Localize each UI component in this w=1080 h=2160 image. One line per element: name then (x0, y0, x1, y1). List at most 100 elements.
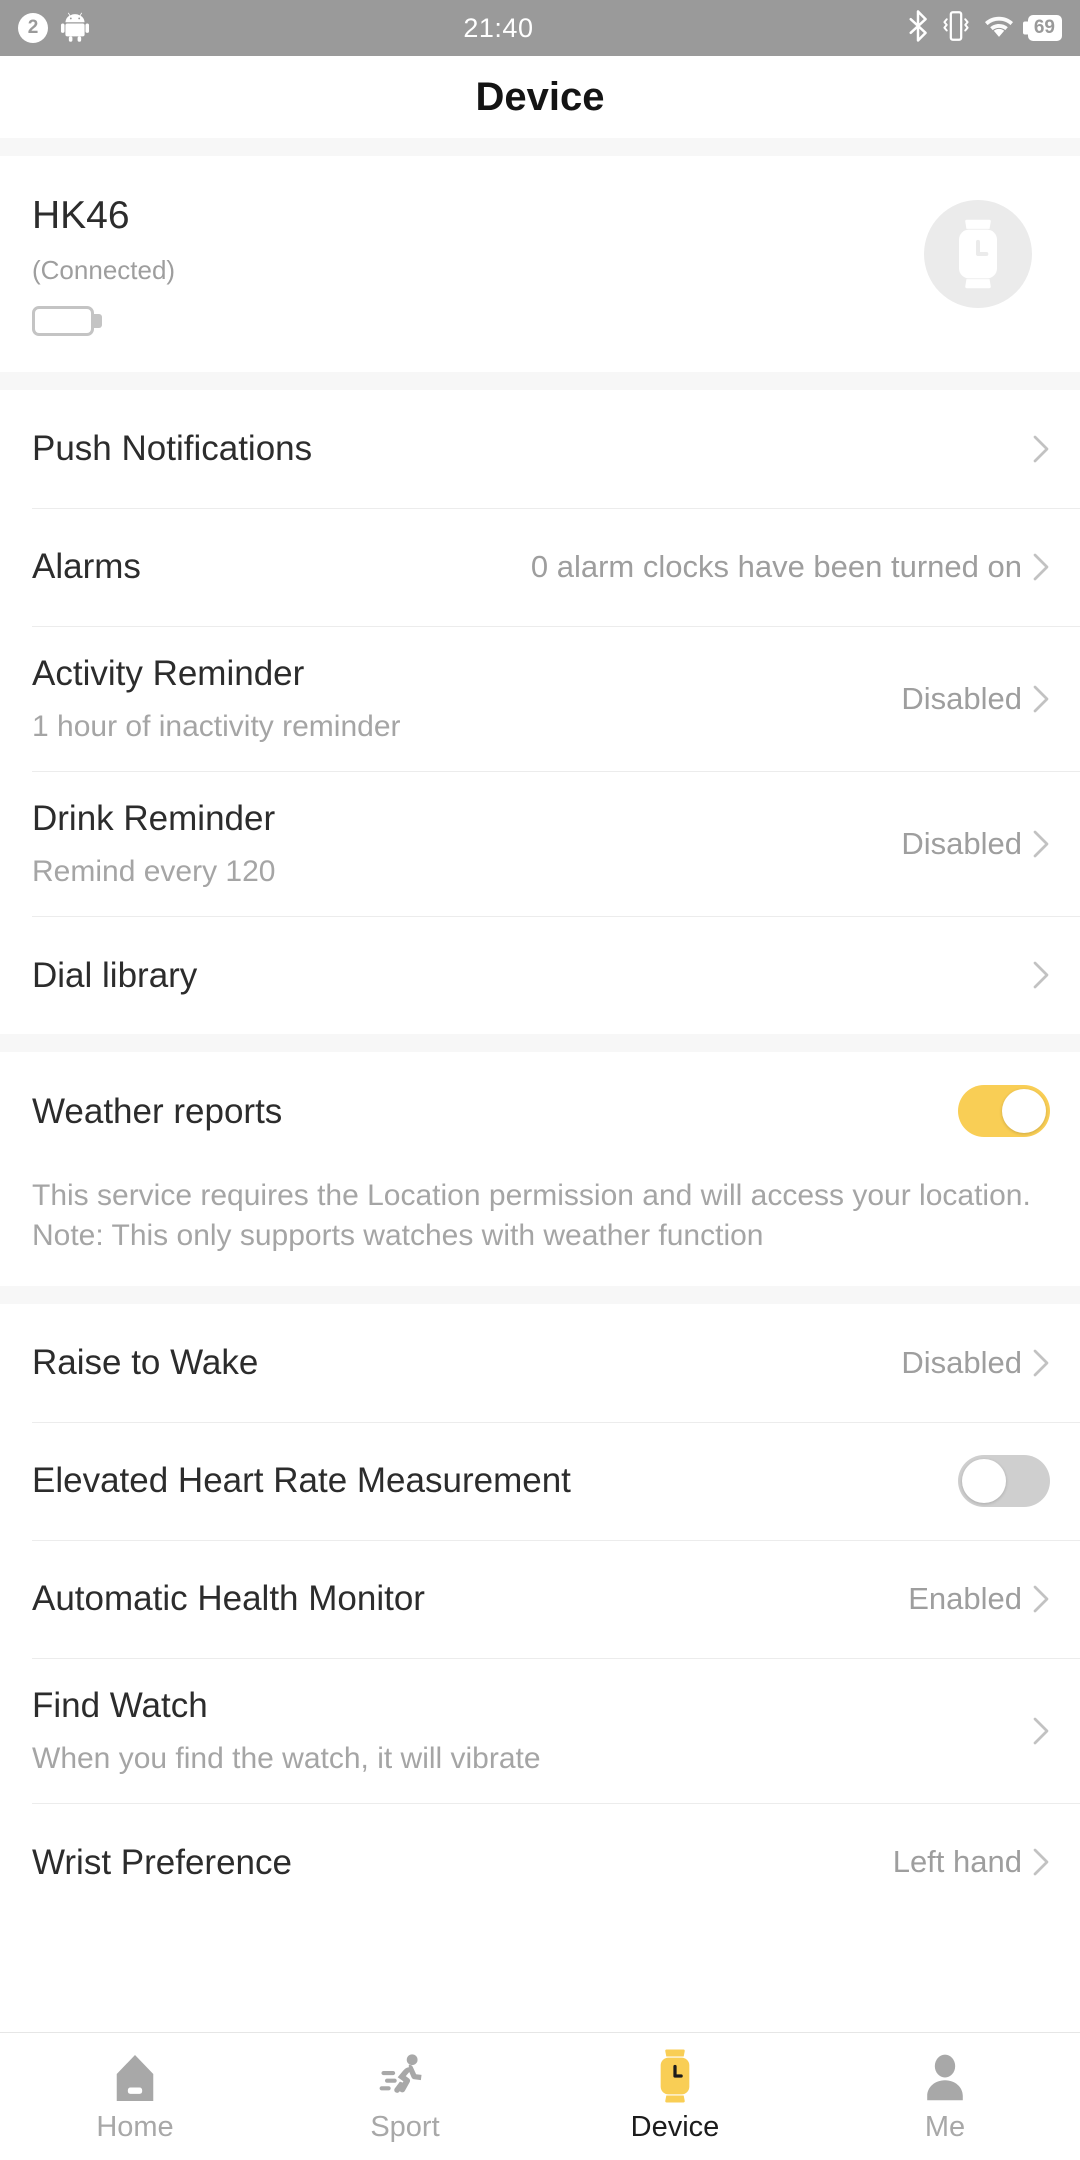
chevron-right-icon (1032, 1716, 1050, 1746)
battery-shell (32, 305, 94, 336)
status-bar-left: 2 (18, 10, 90, 47)
toggle-knob (1002, 1089, 1046, 1134)
settings-section-general: Push Notifications Alarms 0 alarm clocks… (0, 389, 1080, 1035)
row-value: Disabled (901, 1345, 1022, 1381)
chevron-right-icon (1032, 1348, 1050, 1378)
setting-row-weather-reports[interactable]: Weather reports (0, 1052, 1080, 1170)
running-icon (378, 2049, 432, 2105)
device-connection-status: (Connected) (32, 254, 176, 285)
weather-reports-toggle[interactable] (958, 1085, 1050, 1138)
status-bar-right: 69 (907, 9, 1062, 47)
settings-section-health: Raise to Wake Disabled Elevated Heart Ra… (0, 1304, 1080, 1922)
toggle-knob (962, 1459, 1006, 1504)
row-accessory: 0 alarm clocks have been turned on (531, 549, 1050, 585)
chevron-right-icon (1032, 960, 1050, 990)
tab-home[interactable]: Home (0, 2049, 270, 2144)
row-accessory: Enabled (908, 1581, 1050, 1617)
page-title: Device (475, 74, 605, 119)
chevron-right-icon (1032, 1584, 1050, 1614)
row-text: Find Watch When you find the watch, it w… (32, 1658, 1032, 1803)
elevated-heart-rate-toggle[interactable] (958, 1455, 1050, 1508)
section-divider (0, 371, 1080, 390)
setting-row-automatic-health-monitor[interactable]: Automatic Health Monitor Enabled (0, 1540, 1080, 1658)
tab-me[interactable]: Me (810, 2049, 1080, 2144)
chevron-right-icon (1032, 434, 1050, 464)
row-accessory (1032, 960, 1050, 990)
bottom-navigation-bar: Home Sport Device Me (0, 2032, 1080, 2160)
setting-row-drink-reminder[interactable]: Drink Reminder Remind every 120 Disabled (0, 771, 1080, 916)
app-screen: 2 21:40 69 Device HK46 (Connected) Push … (0, 0, 1080, 2160)
row-text: Weather reports (32, 1064, 958, 1160)
device-summary-card[interactable]: HK46 (Connected) (0, 156, 1080, 372)
row-value: 0 alarm clocks have been turned on (530, 548, 1022, 584)
setting-row-find-watch[interactable]: Find Watch When you find the watch, it w… (0, 1658, 1080, 1803)
chevron-right-icon (1032, 684, 1050, 714)
page-header: Device (0, 56, 1080, 138)
row-subtitle: Remind every 120 (32, 854, 276, 888)
tab-sport[interactable]: Sport (270, 2049, 540, 2144)
row-subtitle: 1 hour of inactivity reminder (32, 709, 401, 743)
row-title: Wrist Preference (32, 1842, 292, 1882)
row-accessory (1032, 434, 1050, 464)
battery-icon: 69 (1027, 15, 1062, 41)
row-text: Elevated Heart Rate Measurement (32, 1433, 958, 1529)
row-value: Enabled (908, 1581, 1022, 1617)
vibrate-icon (942, 10, 970, 47)
setting-row-alarms[interactable]: Alarms 0 alarm clocks have been turned o… (0, 507, 1080, 626)
row-value: Disabled (901, 825, 1022, 861)
chevron-right-icon (1032, 1847, 1050, 1877)
row-accessory (1032, 1716, 1050, 1746)
row-text: Wrist Preference (32, 1815, 893, 1911)
row-title: Drink Reminder (32, 799, 276, 839)
section-divider (0, 1034, 1080, 1053)
row-accessory (958, 1085, 1050, 1138)
battery-percent-label: 69 (1033, 17, 1055, 39)
notification-count-badge: 2 (18, 13, 48, 43)
row-value: Disabled (901, 680, 1022, 716)
wifi-icon (983, 13, 1015, 44)
tab-label: Device (630, 2111, 720, 2143)
row-title: Automatic Health Monitor (32, 1579, 425, 1619)
bluetooth-icon (907, 9, 929, 47)
setting-row-push-notifications[interactable]: Push Notifications (0, 390, 1080, 508)
weather-permission-note: This service requires the Location permi… (0, 1170, 1080, 1287)
watch-icon (648, 2049, 702, 2105)
person-icon (918, 2049, 972, 2105)
tab-label: Me (924, 2111, 966, 2143)
device-name: HK46 (32, 194, 130, 237)
row-accessory: Disabled (901, 826, 1050, 862)
section-divider (0, 1286, 1080, 1305)
row-accessory: Disabled (901, 681, 1050, 717)
settings-section-weather: Weather reports This service requires th… (0, 1052, 1080, 1287)
section-divider (0, 138, 1080, 156)
tab-label: Home (96, 2111, 174, 2143)
setting-row-activity-reminder[interactable]: Activity Reminder 1 hour of inactivity r… (0, 625, 1080, 771)
row-text: Drink Reminder Remind every 120 (32, 771, 901, 916)
status-bar: 2 21:40 69 (0, 0, 1080, 56)
setting-row-dial-library[interactable]: Dial library (0, 916, 1080, 1034)
row-text: Alarms (32, 519, 531, 615)
row-title: Dial library (32, 955, 198, 995)
setting-row-elevated-heart-rate[interactable]: Elevated Heart Rate Measurement (0, 1422, 1080, 1540)
setting-row-raise-to-wake[interactable]: Raise to Wake Disabled (0, 1304, 1080, 1422)
row-accessory: Disabled (901, 1345, 1050, 1381)
row-title: Raise to Wake (32, 1343, 259, 1383)
row-title: Find Watch (32, 1686, 208, 1726)
row-title: Weather reports (32, 1091, 283, 1131)
row-title: Alarms (32, 547, 141, 587)
tab-device[interactable]: Device (540, 2049, 810, 2144)
row-title: Activity Reminder (32, 653, 305, 693)
android-icon (60, 10, 90, 47)
settings-scroll-area[interactable]: HK46 (Connected) Push Notifications Alar… (0, 156, 1080, 2032)
row-text: Push Notifications (32, 401, 1032, 497)
tab-label: Sport (370, 2111, 440, 2143)
row-accessory: Left hand (893, 1844, 1050, 1880)
row-value: Left hand (892, 1844, 1022, 1880)
setting-row-wrist-preference[interactable]: Wrist Preference Left hand (0, 1803, 1080, 1921)
smartwatch-icon (924, 200, 1032, 308)
row-subtitle: When you find the watch, it will vibrate (32, 1741, 541, 1775)
row-text: Dial library (32, 928, 1032, 1024)
device-battery-indicator (32, 305, 175, 336)
row-text: Raise to Wake (32, 1315, 901, 1411)
chevron-right-icon (1032, 552, 1050, 582)
